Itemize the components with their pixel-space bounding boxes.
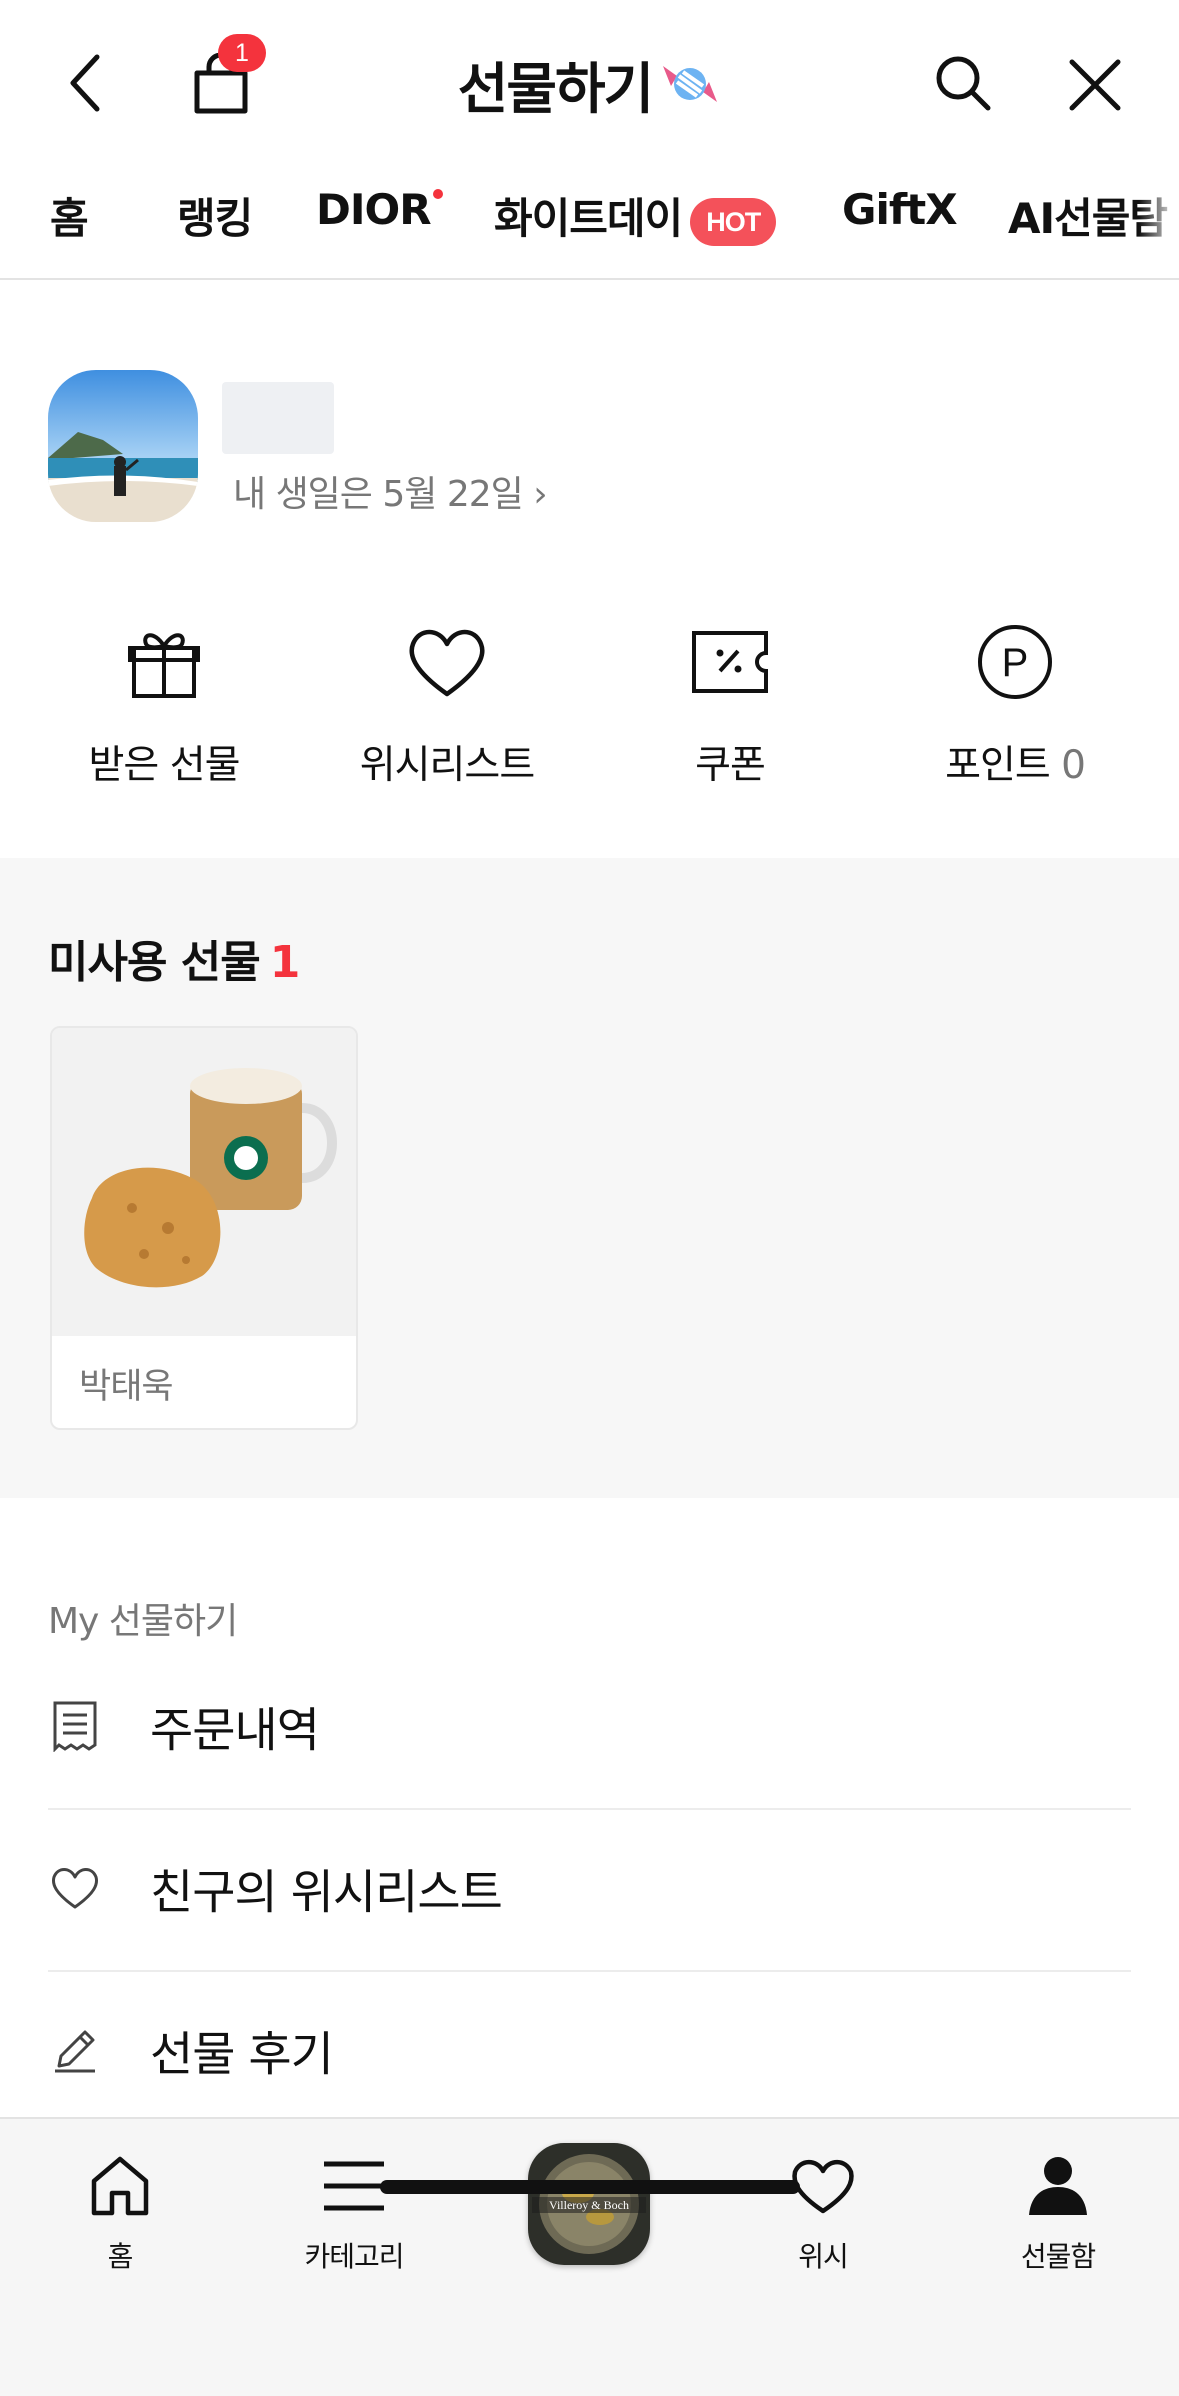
- quick-received-gifts[interactable]: 받은 선물: [44, 612, 284, 792]
- point-value: 0: [1061, 743, 1086, 788]
- menu-label: 친구의 위시리스트: [150, 1865, 503, 1921]
- heart-icon: [409, 629, 485, 697]
- category-tabs: 홈 랭킹 DIOR 화이트데이 HOT GiftX AI선물탐: [0, 165, 1179, 280]
- menu-friend-wishlist[interactable]: 친구의 위시리스트: [48, 1808, 1131, 1968]
- promo-banner-image: Villeroy & Boch: [528, 2143, 650, 2265]
- avatar[interactable]: [48, 370, 198, 522]
- tab-whiteday[interactable]: 화이트데이 HOT: [494, 185, 777, 246]
- my-gift-menu: My 선물하기 주문내역 친구의 위시리스트 선물 후기: [0, 1498, 1179, 2118]
- close-button[interactable]: [1055, 45, 1135, 125]
- gift-icon: [128, 633, 200, 698]
- unused-gifts-title: 미사용 선물 1: [48, 926, 301, 990]
- gift-card[interactable]: 박태욱: [50, 1026, 358, 1430]
- nav-promo-banner[interactable]: Villeroy & Boch: [528, 2143, 650, 2265]
- nav-label: 선물함: [1020, 2240, 1096, 2273]
- home-indicator: [380, 2180, 800, 2194]
- avatar-photo: [48, 370, 198, 522]
- quick-coupon[interactable]: 쿠폰: [610, 612, 850, 792]
- nav-label: 홈: [107, 2240, 134, 2273]
- quick-label: 위시리스트: [359, 743, 535, 788]
- tab-label: 홈: [50, 194, 89, 243]
- quick-label: 받은 선물: [88, 743, 241, 788]
- nav-home[interactable]: 홈: [20, 2119, 220, 2319]
- gift-image: [52, 1028, 356, 1336]
- nav-giftbox[interactable]: 선물함: [958, 2119, 1158, 2319]
- profile-section: 내 생일은 5월 22일 › 받은 선물 위시리스트 쿠폰 P 포인트 0: [0, 282, 1179, 857]
- new-dot: [432, 189, 443, 199]
- gift-sender: 박태욱: [79, 1367, 174, 1407]
- menu-order-history[interactable]: 주문내역: [48, 1646, 1131, 1806]
- search-button[interactable]: [925, 45, 1001, 121]
- my-menu-label: My 선물하기: [48, 1601, 238, 1642]
- coupon-icon: [692, 631, 768, 693]
- unused-gifts-section: 미사용 선물 1 박태욱: [0, 858, 1179, 1498]
- tab-home[interactable]: 홈: [50, 185, 89, 246]
- hot-badge: HOT: [690, 197, 777, 246]
- tab-label: DIOR: [316, 185, 432, 234]
- close-icon: [1069, 59, 1121, 111]
- tab-giftx[interactable]: GiftX: [842, 185, 958, 234]
- point-icon: P: [978, 625, 1052, 699]
- bottom-navigation: 홈 카테고리 Villeroy & Boch 위시 선물함: [0, 2117, 1179, 2396]
- quick-point[interactable]: P 포인트 0: [895, 612, 1135, 792]
- menu-gift-review[interactable]: 선물 후기: [48, 1970, 1131, 2130]
- heart-outline-icon: [52, 1868, 98, 1909]
- nav-wish[interactable]: 위시: [723, 2119, 923, 2319]
- nav-label: 카테고리: [304, 2240, 404, 2273]
- birthday-link[interactable]: 내 생일은 5월 22일 ›: [233, 465, 548, 517]
- page-title: 선물하기: [457, 57, 654, 121]
- pencil-icon: [55, 2030, 95, 2073]
- menu-icon: [324, 2161, 384, 2211]
- user-name-redacted: [222, 382, 334, 454]
- quick-wishlist[interactable]: 위시리스트: [327, 612, 567, 792]
- home-icon: [91, 2156, 149, 2216]
- svg-text:P: P: [1002, 641, 1029, 685]
- nav-category[interactable]: 카테고리: [254, 2119, 454, 2319]
- tab-ranking[interactable]: 랭킹: [177, 185, 253, 246]
- quick-label: 포인트 0: [895, 734, 1135, 790]
- top-header: 1 선물하기: [0, 0, 1179, 165]
- search-icon: [936, 56, 991, 111]
- menu-label: 선물 후기: [150, 2027, 334, 2083]
- menu-label: 주문내역: [150, 1703, 320, 1759]
- unused-count: 1: [269, 937, 301, 988]
- tab-label: 화이트데이: [494, 194, 683, 243]
- tab-label: 랭킹: [177, 194, 253, 243]
- tab-label: GiftX: [842, 185, 958, 234]
- coffee-scone-image: [52, 1028, 356, 1336]
- promo-brand-text: Villeroy & Boch: [549, 2198, 629, 2212]
- page-title-wrap: 선물하기: [0, 44, 1179, 124]
- candy-icon: [663, 66, 718, 102]
- receipt-icon: [53, 1701, 97, 1752]
- quick-label: 쿠폰: [695, 743, 766, 788]
- person-icon: [1029, 2157, 1087, 2215]
- tab-dior[interactable]: DIOR: [316, 185, 443, 234]
- unused-title-text: 미사용 선물: [48, 937, 261, 988]
- nav-label: 위시: [798, 2240, 849, 2273]
- tabs-fade: [1139, 165, 1179, 278]
- point-label: 포인트: [945, 743, 1051, 788]
